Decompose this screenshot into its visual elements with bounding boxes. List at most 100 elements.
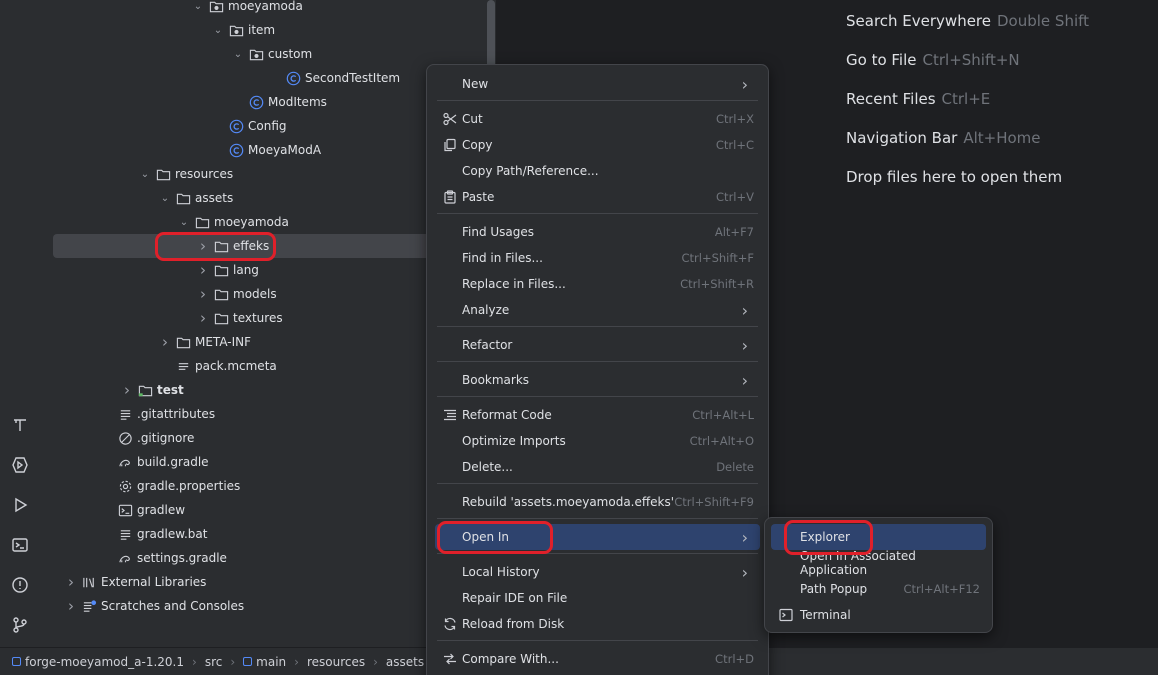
tree-node-label: .gitignore [137, 431, 195, 445]
gradle-icon [117, 454, 133, 470]
context-menu: New › Cut Ctrl+X Copy Ctrl+C Copy Path/Referen… [426, 64, 769, 675]
chevron-right-icon[interactable]: › [63, 573, 79, 591]
menu-item-shortcut: Ctrl+Alt+F12 [903, 582, 980, 596]
services-icon[interactable] [6, 451, 34, 479]
tree-node[interactable]: ⌄ moeyamoda [40, 0, 496, 18]
menu-bookmarks[interactable]: Bookmarks › [435, 367, 760, 393]
tree-node-label: gradle.properties [137, 479, 241, 493]
menu-item-label: Cut [462, 112, 483, 126]
breadcrumb-project[interactable]: forge-moeyamod_a-1.20.1 [12, 655, 184, 669]
terminal-icon[interactable] [6, 531, 34, 559]
breadcrumb-main[interactable]: main [243, 655, 286, 669]
chevron-down-icon[interactable]: ⌄ [176, 214, 192, 230]
package-icon [208, 0, 224, 14]
menu-separator [437, 640, 758, 641]
text-file-icon [117, 406, 133, 422]
menu-repair-ide-on-file[interactable]: Repair IDE on File [435, 585, 760, 611]
chevron-right-icon[interactable]: › [195, 261, 211, 279]
tree-node-label: settings.gradle [137, 551, 227, 565]
hint-shortcut: Alt+Home [963, 129, 1041, 147]
tree-node-label: gradlew [137, 503, 186, 517]
highlight-effeks [155, 232, 276, 261]
menu-local-history[interactable]: Local History › [435, 559, 760, 585]
menu-replace-in-files[interactable]: Replace in Files... Ctrl+Shift+R [435, 271, 760, 297]
breadcrumb-assets[interactable]: assets [386, 655, 424, 669]
breadcrumb-separator: › [192, 654, 197, 669]
hint-drop-files: Drop files here to open them [846, 168, 1062, 186]
menu-find-in-files[interactable]: Find in Files... Ctrl+Shift+F [435, 245, 760, 271]
tree-node-label: build.gradle [137, 455, 209, 469]
chevron-down-icon[interactable]: ⌄ [137, 166, 153, 182]
highlight-open-in [437, 521, 553, 554]
submenu-terminal[interactable]: Terminal [771, 602, 986, 628]
tree-node[interactable]: ⌄ custom [40, 42, 496, 66]
highlight-explorer [784, 520, 873, 555]
chevron-right-icon[interactable]: › [119, 381, 135, 399]
problems-icon[interactable] [6, 571, 34, 599]
menu-find-usages[interactable]: Find Usages Alt+F7 [435, 219, 760, 245]
copy-icon [442, 137, 458, 153]
menu-copy-path-reference[interactable]: Copy Path/Reference... [435, 158, 760, 184]
breadcrumb-label: forge-moeyamod_a-1.20.1 [25, 654, 184, 669]
menu-item-shortcut: Ctrl+Shift+R [680, 277, 754, 291]
folder-icon [175, 190, 191, 206]
chevron-right-icon: › [741, 562, 748, 582]
menu-item-label: Find in Files... [462, 251, 543, 265]
breadcrumb-label: src [204, 654, 223, 669]
class-icon [248, 94, 264, 110]
submenu-path-popup[interactable]: Path Popup Ctrl+Alt+F12 [771, 576, 986, 602]
menu-reload-from-disk[interactable]: Reload from Disk [435, 611, 760, 637]
menu-delete[interactable]: Delete... Delete [435, 454, 760, 480]
hammer-icon[interactable] [6, 411, 34, 439]
hint-navigation-bar: Navigation Bar Alt+Home [846, 129, 1041, 147]
reformat-icon [442, 407, 458, 423]
tree-node[interactable]: ⌄ item [40, 18, 496, 42]
menu-item-shortcut: Alt+F7 [714, 225, 754, 239]
package-icon [248, 46, 264, 62]
chevron-right-icon[interactable]: › [195, 309, 211, 327]
menu-separator [437, 100, 758, 101]
breadcrumb-src[interactable]: src [205, 655, 223, 669]
chevron-down-icon[interactable]: ⌄ [190, 0, 206, 14]
hint-label: Search Everywhere [846, 12, 991, 30]
menu-item-label: Analyze [462, 303, 510, 317]
chevron-down-icon[interactable]: ⌄ [210, 22, 226, 38]
menu-reformat-code[interactable]: Reformat Code Ctrl+Alt+L [435, 402, 760, 428]
breadcrumb-resources[interactable]: resources [307, 655, 365, 669]
menu-analyze[interactable]: Analyze › [435, 297, 760, 323]
menu-item-shortcut: Ctrl+Shift+F [681, 251, 755, 265]
menu-item-label: Compare With... [462, 652, 559, 666]
menu-optimize-imports[interactable]: Optimize Imports Ctrl+Alt+O [435, 428, 760, 454]
menu-item-label: Copy Path/Reference... [462, 164, 599, 178]
menu-item-label: Find Usages [462, 225, 535, 239]
menu-new[interactable]: New › [435, 71, 760, 97]
git-icon[interactable] [6, 611, 34, 639]
menu-item-label: New [462, 77, 489, 91]
chevron-right-icon[interactable]: › [63, 597, 79, 615]
tree-scrollbar[interactable] [487, 0, 495, 70]
menu-paste[interactable]: Paste Ctrl+V [435, 184, 760, 210]
tree-node-label: Scratches and Consoles [101, 599, 245, 613]
chevron-down-icon[interactable]: ⌄ [157, 190, 173, 206]
chevron-down-icon[interactable]: ⌄ [230, 46, 246, 62]
menu-rebuild-assets-moeyamoda-effeks[interactable]: Rebuild 'assets.moeyamoda.effeks' Ctrl+Sh… [435, 489, 760, 515]
tool-window-strip [0, 0, 40, 647]
menu-copy[interactable]: Copy Ctrl+C [435, 132, 760, 158]
run-icon[interactable] [6, 491, 34, 519]
package-icon [228, 22, 244, 38]
module-icon [243, 657, 253, 666]
library-icon [81, 574, 97, 590]
chevron-right-icon[interactable]: › [157, 333, 173, 351]
menu-refactor[interactable]: Refactor › [435, 332, 760, 358]
menu-compare-with[interactable]: Compare With... Ctrl+D [435, 646, 760, 672]
menu-cut[interactable]: Cut Ctrl+X [435, 106, 760, 132]
breadcrumb-label: main [256, 654, 287, 669]
chevron-right-icon[interactable]: › [195, 285, 211, 303]
menu-item-label: Optimize Imports [462, 434, 566, 448]
menu-item-label: Refactor [462, 338, 513, 352]
